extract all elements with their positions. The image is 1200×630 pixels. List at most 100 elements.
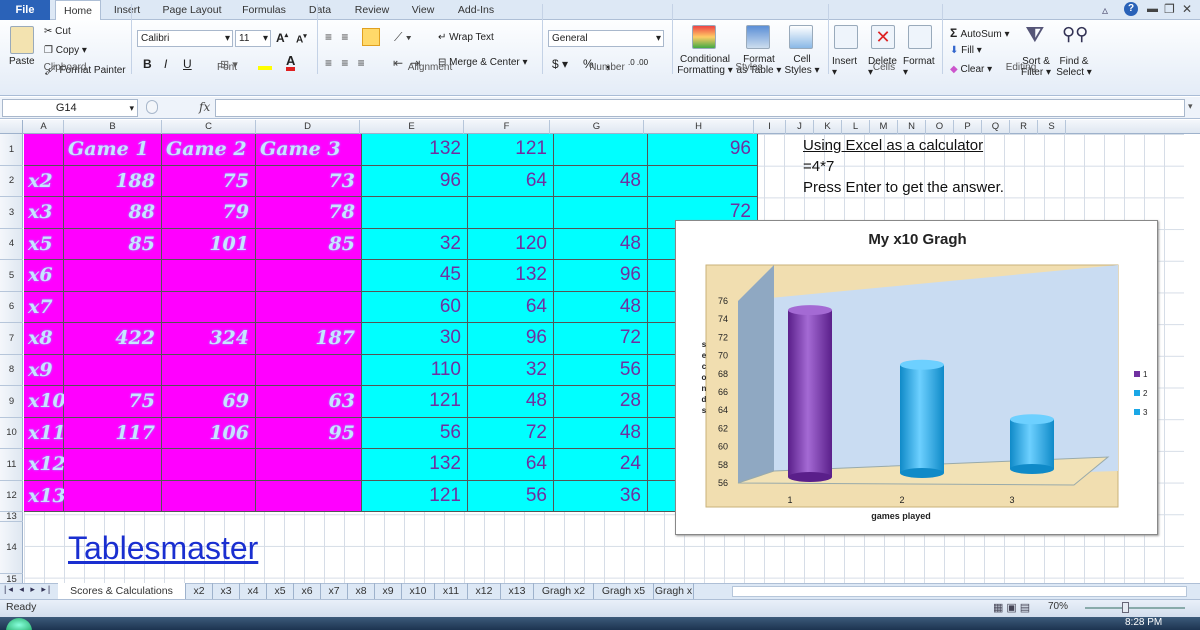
sheet-tab[interactable]: x8 — [348, 583, 375, 599]
sheet-tab[interactable]: x9 — [375, 583, 402, 599]
score-cell[interactable]: 106 — [162, 417, 256, 449]
calc-cell[interactable]: 48 — [554, 228, 648, 260]
sheet-tab[interactable]: x6 — [294, 583, 321, 599]
sort-filter-icon[interactable]: ⧨ — [1026, 24, 1044, 47]
row-label-cell[interactable]: x13 — [24, 480, 66, 512]
calc-cell[interactable]: 132 — [468, 260, 554, 292]
score-cell[interactable] — [256, 480, 362, 512]
score-cell[interactable] — [162, 449, 256, 481]
score-cell[interactable]: Game 1 — [64, 134, 162, 166]
window-minimize-icon[interactable]: ▬ — [1147, 3, 1158, 15]
name-box[interactable]: G14 ▾ — [2, 99, 138, 117]
calc-cell[interactable]: 121 — [468, 134, 554, 166]
row-header-12[interactable]: 12 — [0, 481, 23, 512]
calc-cell[interactable] — [362, 197, 468, 229]
score-cell[interactable]: 101 — [162, 228, 256, 260]
column-header-i[interactable]: I — [754, 120, 786, 134]
horizontal-scrollbar[interactable] — [732, 586, 1187, 597]
score-cell[interactable]: 95 — [256, 417, 362, 449]
sheet-tab[interactable]: x2 — [186, 583, 213, 599]
formula-input[interactable] — [215, 99, 1185, 117]
expand-formula-bar-icon[interactable]: ▾ — [1188, 101, 1193, 112]
calc-cell[interactable]: 32 — [362, 228, 468, 260]
score-cell[interactable]: 88 — [64, 197, 162, 229]
sheet-tab[interactable]: x7 — [321, 583, 348, 599]
row-label-cell[interactable]: x5 — [24, 228, 64, 260]
calc-cell[interactable]: 24 — [554, 449, 648, 481]
calc-cell[interactable]: 32 — [468, 354, 554, 386]
calc-cell[interactable]: 36 — [554, 480, 648, 512]
calc-cell[interactable]: 64 — [468, 449, 554, 481]
column-header-o[interactable]: O — [926, 120, 954, 134]
minimize-ribbon-icon[interactable]: ▵ — [1102, 3, 1108, 17]
row-header-3[interactable]: 3 — [0, 197, 23, 229]
calc-cell[interactable]: 121 — [362, 386, 468, 418]
zoom-slider[interactable] — [1085, 607, 1185, 609]
sheet-tab[interactable]: Scores & Calculations — [58, 583, 186, 599]
score-cell[interactable] — [162, 354, 256, 386]
number-format-select[interactable]: General ▾ — [548, 30, 664, 47]
score-cell[interactable] — [64, 260, 162, 292]
row-label-cell[interactable] — [24, 134, 64, 166]
row-header-13[interactable]: 13 — [0, 511, 23, 522]
row-header-6[interactable]: 6 — [0, 292, 23, 323]
fill-button[interactable]: ⬇ Fill ▾ — [950, 45, 982, 56]
tab-formulas[interactable]: Formulas — [232, 0, 296, 20]
column-header-p[interactable]: P — [954, 120, 982, 134]
row-header-9[interactable]: 9 — [0, 386, 23, 418]
score-cell[interactable]: 78 — [256, 197, 362, 229]
calc-cell[interactable]: 48 — [554, 165, 648, 197]
row-label-cell[interactable]: x8 — [24, 323, 64, 355]
column-header-j[interactable]: J — [786, 120, 814, 134]
sheet-tab[interactable]: x10 — [402, 583, 435, 599]
column-header-r[interactable]: R — [1010, 120, 1038, 134]
column-header-f[interactable]: F — [464, 120, 550, 134]
calc-cell[interactable]: 96 — [468, 323, 554, 355]
calc-cell[interactable] — [648, 165, 758, 197]
help-icon[interactable]: ? — [1124, 2, 1138, 16]
column-header-n[interactable]: N — [898, 120, 926, 134]
column-header-m[interactable]: M — [870, 120, 898, 134]
calc-cell[interactable] — [554, 197, 648, 229]
calc-cell[interactable]: 48 — [468, 386, 554, 418]
score-cell[interactable] — [256, 291, 362, 323]
calc-cell[interactable]: 48 — [554, 417, 648, 449]
score-cell[interactable] — [256, 449, 362, 481]
column-header-d[interactable]: D — [256, 120, 360, 134]
calc-cell[interactable]: 96 — [554, 260, 648, 292]
calc-cell[interactable] — [468, 197, 554, 229]
score-cell[interactable]: 75 — [64, 386, 162, 418]
conditional-formatting-icon[interactable] — [692, 25, 716, 49]
calc-cell[interactable]: 30 — [362, 323, 468, 355]
tab-insert[interactable]: Insert — [104, 0, 150, 20]
score-cell[interactable] — [162, 260, 256, 292]
calc-cell[interactable]: 132 — [362, 134, 468, 166]
row-header-10[interactable]: 10 — [0, 418, 23, 449]
sheet-tab[interactable]: x4 — [240, 583, 267, 599]
row-header-11[interactable]: 11 — [0, 449, 23, 481]
row-label-cell[interactable]: x9 — [24, 354, 64, 386]
tab-home[interactable]: Home — [55, 0, 101, 21]
score-cell[interactable]: 73 — [256, 165, 362, 197]
sheet-tab[interactable]: x3 — [213, 583, 240, 599]
font-size-select[interactable]: 11 ▾ — [235, 30, 271, 47]
column-header-b[interactable]: B — [64, 120, 162, 134]
row-label-cell[interactable]: x11 — [24, 417, 66, 449]
score-cell[interactable] — [64, 291, 162, 323]
sheet-nav-icons[interactable]: |◂ ◂ ▸ ▸| — [4, 584, 52, 595]
calc-cell[interactable]: 110 — [362, 354, 468, 386]
column-header-a[interactable]: A — [24, 120, 64, 134]
sheet-tab[interactable]: Gragh x2 — [534, 583, 594, 599]
copy-button[interactable]: ❐ Copy ▾ — [44, 45, 87, 56]
paste-icon[interactable] — [10, 26, 34, 54]
row-header-4[interactable]: 4 — [0, 229, 23, 260]
column-header-g[interactable]: G — [550, 120, 644, 134]
row-header-7[interactable]: 7 — [0, 323, 23, 355]
score-cell[interactable]: 422 — [64, 323, 162, 355]
score-cell[interactable]: 69 — [162, 386, 256, 418]
row-header-8[interactable]: 8 — [0, 355, 23, 386]
wrap-text-button[interactable]: ↵ Wrap Text — [438, 32, 494, 43]
column-header-e[interactable]: E — [360, 120, 464, 134]
calc-cell[interactable]: 64 — [468, 165, 554, 197]
calc-cell[interactable] — [554, 134, 648, 166]
